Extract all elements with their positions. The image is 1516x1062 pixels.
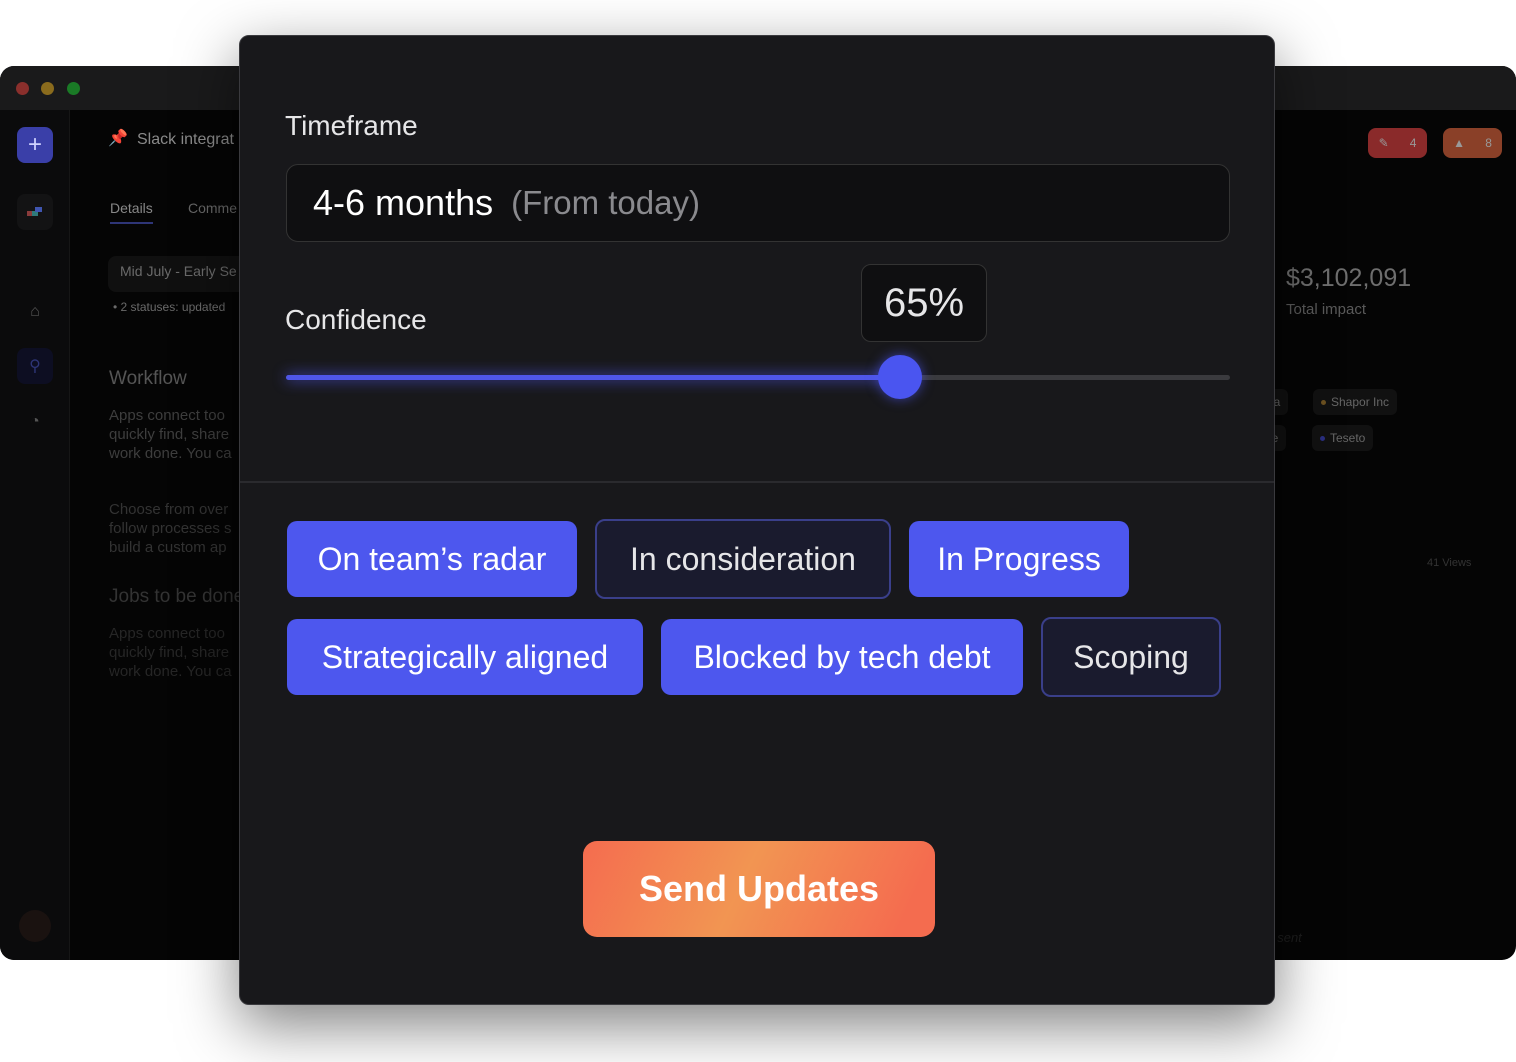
pin-icon: ✎: [1378, 136, 1389, 150]
timeframe-field[interactable]: 4-6 months (From today): [286, 164, 1230, 242]
tag-in-progress[interactable]: In Progress: [909, 521, 1129, 597]
tag-on-teams-radar[interactable]: On team’s radar: [287, 521, 577, 597]
section-text: Apps connect too quickly find, share work …: [109, 625, 232, 680]
slider-fill: [286, 375, 900, 380]
avatar[interactable]: [19, 910, 51, 942]
total-impact-value: $3,102,091: [1286, 264, 1412, 292]
timeframe-hint: (From today): [511, 184, 700, 221]
slider-thumb[interactable]: [877, 355, 922, 399]
section-heading: Jobs to be done: [109, 586, 245, 607]
company-chip[interactable]: Shapor Inc: [1313, 389, 1398, 415]
pin-icon: 📌: [108, 130, 128, 147]
plus-icon[interactable]: +: [17, 127, 53, 163]
date-range-field[interactable]: Mid July - Early Se: [108, 256, 248, 292]
company-chip[interactable]: Teseto: [1312, 425, 1374, 451]
tag-strategically-aligned[interactable]: Strategically aligned: [287, 619, 643, 695]
views-count: 41 Views: [1427, 557, 1472, 569]
confidence-label: Confidence: [285, 304, 427, 335]
close-window-button[interactable]: [16, 82, 29, 95]
maximize-window-button[interactable]: [67, 82, 80, 95]
app-logo-icon[interactable]: [17, 194, 53, 230]
sidebar: + ⌂ ⚲ ◔: [0, 110, 70, 960]
status-dot-icon: [1320, 435, 1325, 441]
home-icon[interactable]: ⌂: [17, 294, 53, 330]
confidence-value: 65%: [861, 264, 987, 342]
tab-comments[interactable]: Comme: [188, 200, 237, 216]
search-icon[interactable]: ⚲: [17, 348, 53, 384]
tag-scoping[interactable]: Scoping: [1041, 617, 1221, 697]
timeframe-label: Timeframe: [285, 110, 418, 141]
tab-details[interactable]: Details: [110, 200, 153, 224]
tag-blocked-by-tech-debt[interactable]: Blocked by tech debt: [661, 619, 1023, 695]
section-text: Choose from over follow processes s build …: [109, 501, 232, 556]
pin-count-badge[interactable]: ✎ 4: [1368, 128, 1427, 158]
pie-chart-icon[interactable]: ◔: [17, 404, 53, 440]
tag-in-consideration[interactable]: In consideration: [595, 519, 891, 599]
send-updates-button[interactable]: Send Updates: [583, 841, 935, 937]
triangle-up-icon: ▲: [1453, 136, 1465, 150]
divider: [240, 481, 1274, 483]
update-modal: Timeframe 4-6 months (From today) Confid…: [239, 35, 1275, 1005]
timeframe-value: 4-6 months: [313, 182, 494, 223]
section-text: Apps connect too quickly find, share work …: [109, 407, 232, 462]
status-note: • 2 statuses: updated: [113, 300, 226, 314]
status-dot-icon: [1321, 399, 1326, 405]
confidence-slider[interactable]: [286, 355, 1230, 399]
minimize-window-button[interactable]: [41, 82, 54, 95]
page-title: Slack integrat: [137, 131, 234, 148]
section-heading: Workflow: [109, 368, 187, 389]
upvote-count-badge[interactable]: ▲ 8: [1443, 128, 1502, 158]
total-impact-label: Total impact: [1286, 301, 1367, 318]
